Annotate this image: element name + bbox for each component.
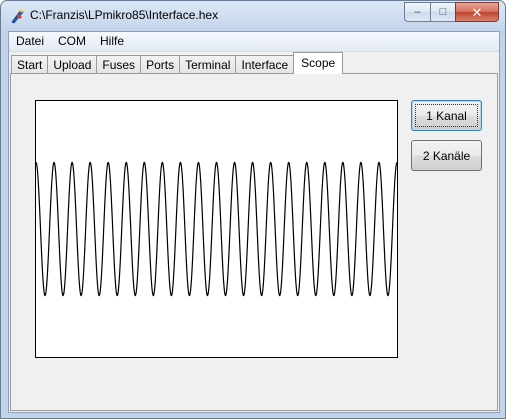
close-icon: ✕ bbox=[471, 4, 483, 20]
menu-hilfe[interactable]: Hilfe bbox=[93, 32, 131, 51]
tab-interface[interactable]: Interface bbox=[235, 55, 295, 74]
scope-display bbox=[35, 100, 398, 358]
app-icon[interactable] bbox=[9, 8, 25, 24]
tab-upload[interactable]: Upload bbox=[47, 55, 98, 74]
close-button[interactable]: ✕ bbox=[455, 2, 499, 22]
one-channel-button[interactable]: 1 Kanal bbox=[411, 100, 482, 131]
tab-start[interactable]: Start bbox=[11, 55, 49, 74]
scope-tab-page: 1 Kanal 2 Kanäle bbox=[10, 73, 498, 411]
window-title: C:\Franzis\LPmikro85\Interface.hex bbox=[30, 8, 219, 22]
two-channels-button[interactable]: 2 Kanäle bbox=[411, 140, 482, 171]
minimize-icon: – bbox=[414, 5, 421, 18]
tab-scope[interactable]: Scope bbox=[293, 52, 344, 74]
tab-strip: Start Upload Fuses Ports Terminal Interf… bbox=[11, 52, 344, 74]
caption-buttons: – □ ✕ bbox=[404, 2, 499, 22]
tab-fuses[interactable]: Fuses bbox=[96, 55, 142, 74]
title-bar[interactable]: C:\Franzis\LPmikro85\Interface.hex – □ ✕ bbox=[1, 1, 505, 31]
menu-datei[interactable]: Datei bbox=[9, 32, 51, 51]
tab-terminal[interactable]: Terminal bbox=[179, 55, 237, 74]
menu-com[interactable]: COM bbox=[51, 32, 93, 51]
minimize-button[interactable]: – bbox=[404, 2, 430, 22]
one-channel-label: 1 Kanal bbox=[426, 108, 467, 123]
maximize-button[interactable]: □ bbox=[430, 2, 455, 22]
maximize-icon: □ bbox=[439, 5, 447, 18]
two-channels-label: 2 Kanäle bbox=[422, 148, 471, 163]
client-area: Datei COM Hilfe Start Upload Fuses Ports… bbox=[8, 31, 500, 413]
scope-waveform bbox=[36, 161, 397, 297]
app-window: C:\Franzis\LPmikro85\Interface.hex – □ ✕… bbox=[0, 0, 506, 419]
tab-ports[interactable]: Ports bbox=[140, 55, 181, 74]
menu-bar: Datei COM Hilfe bbox=[9, 32, 499, 52]
waveform-trace bbox=[36, 161, 397, 297]
